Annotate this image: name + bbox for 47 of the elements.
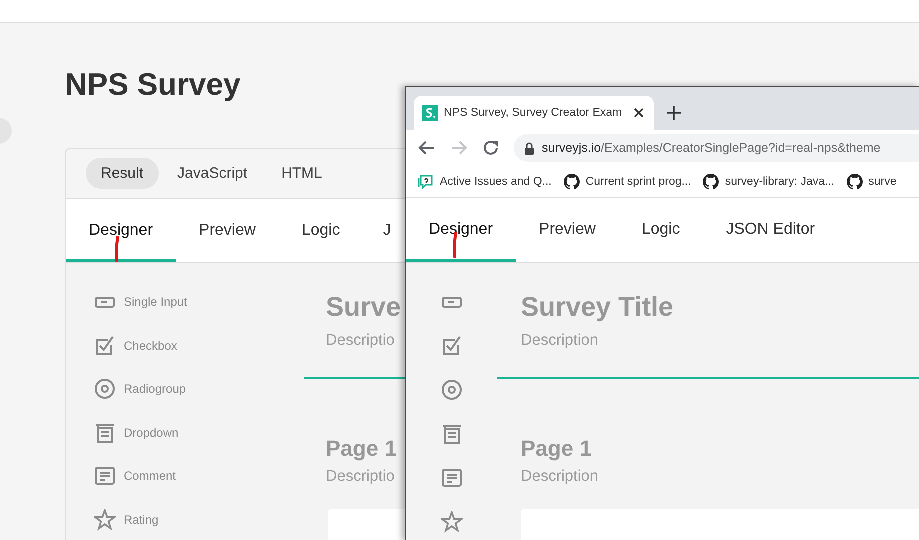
reload-icon[interactable]	[482, 139, 500, 157]
dropdown-icon	[94, 422, 116, 444]
radio-icon	[440, 379, 462, 401]
creator-tab[interactable]: Preview	[176, 199, 279, 262]
dropdown-icon	[440, 423, 462, 445]
page-heading: Page 1	[521, 435, 592, 463]
lock-icon	[524, 142, 535, 154]
comment-icon	[440, 467, 462, 489]
creator-tab[interactable]: Logic	[278, 199, 364, 262]
page-description: Description	[521, 467, 599, 487]
checkbox-icon	[440, 335, 462, 357]
code-tab[interactable]: HTML	[266, 158, 338, 189]
cat-logo-icon	[564, 174, 580, 190]
cat-logo-icon	[846, 174, 863, 190]
creator-tab[interactable]: Designer	[406, 198, 516, 262]
cat-logo-icon	[703, 174, 720, 190]
browser-tab[interactable]: NPS Survey, Survey Creator Exam	[414, 96, 654, 130]
page-heading: Page 1	[326, 435, 397, 463]
page-description: Descriptio	[326, 467, 395, 487]
back-arrow-icon[interactable]	[418, 139, 436, 157]
bookmark[interactable]: surve	[846, 174, 897, 190]
bookmark[interactable]: Current sprint prog...	[564, 174, 692, 190]
survey-description: Descriptio	[326, 331, 395, 351]
creator-tab[interactable]: Preview	[516, 198, 619, 262]
site-logo-icon	[422, 105, 438, 121]
survey-description: Description	[521, 331, 599, 351]
survey-title: Survey Title	[521, 291, 674, 324]
checkbox-icon	[94, 334, 116, 356]
tab-title: NPS Survey, Survey Creator Exam	[444, 107, 624, 119]
creator-tab[interactable]: JSON Editor	[703, 198, 838, 262]
comment-icon	[94, 465, 116, 487]
new-tab-icon[interactable]	[666, 105, 682, 121]
bookmark[interactable]: Active Issues and Q...	[418, 174, 552, 190]
address-bar[interactable]: surveyjs.io/Examples/CreatorSinglePage?id=real-nps&theme	[514, 134, 919, 162]
close-icon[interactable]	[632, 106, 646, 120]
chat-question-icon	[418, 174, 434, 190]
creator-tab[interactable]: Logic	[618, 198, 704, 262]
star-icon	[94, 508, 116, 530]
url-text: surveyjs.io/Examples/CreatorSinglePage?id=real-nps&theme	[542, 141, 881, 155]
page-title: NPS Survey	[65, 66, 242, 104]
star-icon	[440, 511, 462, 533]
survey-title: Surve	[326, 291, 402, 324]
bookmark[interactable]: survey-library: Java...	[703, 174, 835, 190]
code-tab[interactable]: Result	[86, 158, 159, 189]
radio-icon	[94, 378, 116, 400]
code-tab[interactable]: JavaScript	[162, 158, 263, 189]
creator-tab[interactable]: J	[363, 199, 392, 262]
